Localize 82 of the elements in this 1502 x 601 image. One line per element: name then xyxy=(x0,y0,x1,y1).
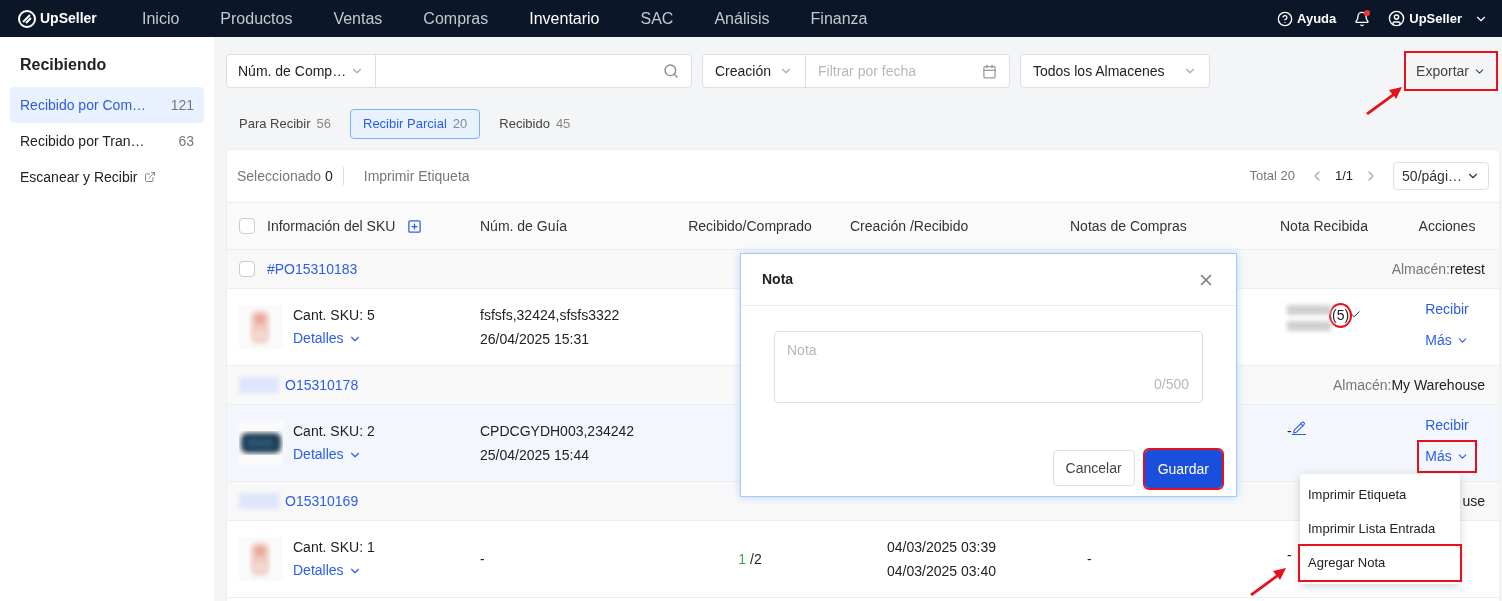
date-type-select[interactable]: Creación xyxy=(703,55,806,87)
more-menu-link[interactable]: Más xyxy=(1419,442,1475,471)
character-counter: 0/500 xyxy=(1153,375,1189,394)
po-number-link[interactable]: #PO15310183 xyxy=(267,258,358,280)
logo-icon xyxy=(18,9,36,28)
checkbox[interactable] xyxy=(239,218,255,234)
po-number-link[interactable]: O15310169 xyxy=(285,490,359,512)
edit-icon[interactable] xyxy=(1291,421,1306,435)
check-icon xyxy=(1350,309,1362,320)
nav-tab[interactable]: Compras xyxy=(423,6,489,31)
column-header: Creación /Recibido xyxy=(850,216,969,236)
menu-item[interactable]: Agregar Nota xyxy=(1300,546,1460,580)
nav-tab[interactable]: Análisis xyxy=(714,6,770,31)
total-count: Total 20 xyxy=(1249,167,1295,186)
cancel-button[interactable]: Cancelar xyxy=(1052,450,1135,486)
menu-item[interactable]: Imprimir Lista Entrada xyxy=(1300,512,1460,546)
details-link[interactable]: Detalles xyxy=(293,560,375,581)
help-link[interactable]: Ayuda xyxy=(1297,8,1337,29)
column-header: Acciones xyxy=(1418,216,1476,236)
search-type-select[interactable]: Núm. de Comp… xyxy=(238,60,347,82)
checkbox[interactable] xyxy=(239,261,255,277)
column-header: Recibido/Comprado xyxy=(688,216,812,236)
status-tab[interactable]: Recibido 45 xyxy=(486,109,584,139)
sidebar-item[interactable]: Recibido por Tran… 63 xyxy=(10,123,204,159)
save-button[interactable]: Guardar xyxy=(1144,450,1222,488)
warehouse-select[interactable]: Todos los Almacenes xyxy=(1020,54,1210,88)
print-label-button[interactable]: Imprimir Etiqueta xyxy=(353,165,480,187)
po-number-link[interactable]: O15310178 xyxy=(285,374,359,396)
status-tab[interactable]: Para Recibir 56 xyxy=(226,109,344,139)
note-count: (5) xyxy=(1331,305,1351,326)
menu-item[interactable]: Imprimir Etiqueta xyxy=(1300,478,1460,512)
nav-tab[interactable]: Finanza xyxy=(810,6,868,31)
details-link[interactable]: Detalles xyxy=(293,328,375,349)
warehouse-label: Almacén:retest xyxy=(1391,259,1485,279)
received-count: 1 /2 xyxy=(738,549,762,569)
calendar-icon xyxy=(982,63,997,79)
more-menu-link[interactable]: Más xyxy=(1419,326,1475,355)
received-date: 04/03/2025 03:40 xyxy=(887,561,997,581)
search-field[interactable]: Núm. de Comp… xyxy=(226,54,692,88)
nav-tab[interactable]: SAC xyxy=(640,6,674,31)
receive-link[interactable]: Recibir xyxy=(1425,415,1469,436)
sku-quantity: Cant. SKU: 5 xyxy=(293,306,375,325)
add-column-icon[interactable] xyxy=(407,218,423,234)
user-menu[interactable]: UpSeller xyxy=(1409,8,1462,29)
sidebar-item[interactable]: Recibido por Com… 121 xyxy=(10,87,204,123)
purchase-note: - xyxy=(1087,549,1092,569)
page-indicator: 1/1 xyxy=(1335,167,1354,186)
help-icon xyxy=(1277,10,1293,27)
warehouse-label: use xyxy=(1462,491,1485,511)
export-button[interactable]: Exportar xyxy=(1406,53,1496,89)
sidebar-item[interactable]: Escanear y Recibir xyxy=(10,159,204,195)
nav-tab[interactable]: Ventas xyxy=(333,6,383,31)
column-header: Notas de Compras xyxy=(1070,216,1187,236)
page-size-select[interactable]: 50/pági… xyxy=(1393,162,1489,190)
search-icon xyxy=(663,63,679,79)
received-note: - xyxy=(1287,422,1292,441)
column-header: Información del SKU xyxy=(267,216,396,236)
created-date: 04/03/2025 03:39 xyxy=(887,537,997,557)
nav-tab[interactable]: Inicio xyxy=(142,6,180,31)
column-header: Núm. de Guía xyxy=(480,216,568,236)
sku-quantity: Cant. SKU: 1 xyxy=(293,538,375,557)
selected-count: Seleccionado 0 xyxy=(237,166,333,186)
status-tab[interactable]: Recibir Parcial 20 xyxy=(350,109,481,139)
notification-icon[interactable] xyxy=(1354,10,1371,27)
tracking-date: 25/04/2025 15:44 xyxy=(480,445,590,465)
external-link-icon xyxy=(143,171,156,183)
details-link[interactable]: Detalles xyxy=(293,444,375,465)
dialog-title: Nota xyxy=(762,270,794,289)
column-header: Nota Recibida xyxy=(1280,216,1368,236)
nav-tab[interactable]: Productos xyxy=(220,6,293,31)
tracking-number: - xyxy=(480,549,486,569)
warehouse-label: Almacén:My Warehouse xyxy=(1333,375,1485,395)
receive-link[interactable]: Recibir xyxy=(1425,299,1469,320)
received-note: - xyxy=(1287,546,1292,565)
sku-quantity: Cant. SKU: 2 xyxy=(293,422,375,441)
tracking-number: fsfsfs,32424,sfsfs3322 xyxy=(480,305,621,325)
sidebar-title: Recibiendo xyxy=(19,55,108,75)
logo-text: UpSeller xyxy=(40,9,97,28)
user-avatar-icon xyxy=(1388,10,1406,27)
tracking-number: CPDCGYDH003,234242 xyxy=(480,421,636,441)
nav-tab[interactable]: Inventario xyxy=(529,6,600,31)
tracking-date: 26/04/2025 15:31 xyxy=(480,329,590,349)
